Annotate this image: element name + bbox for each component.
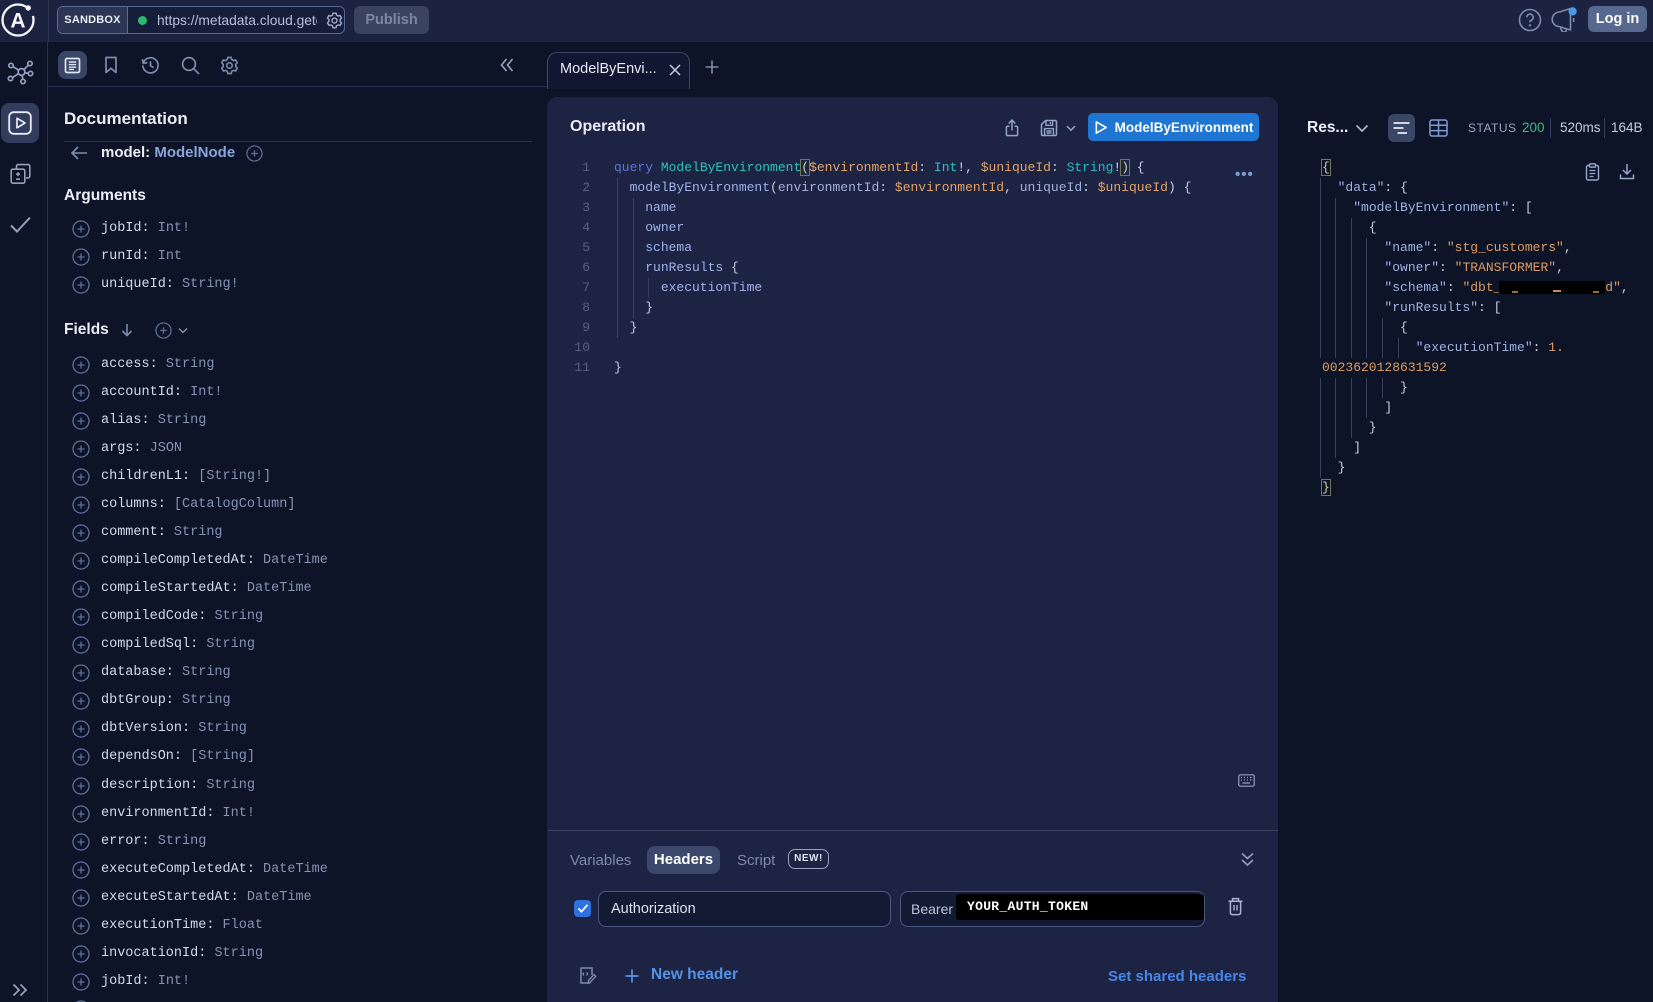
- svg-text:A: A: [10, 10, 25, 33]
